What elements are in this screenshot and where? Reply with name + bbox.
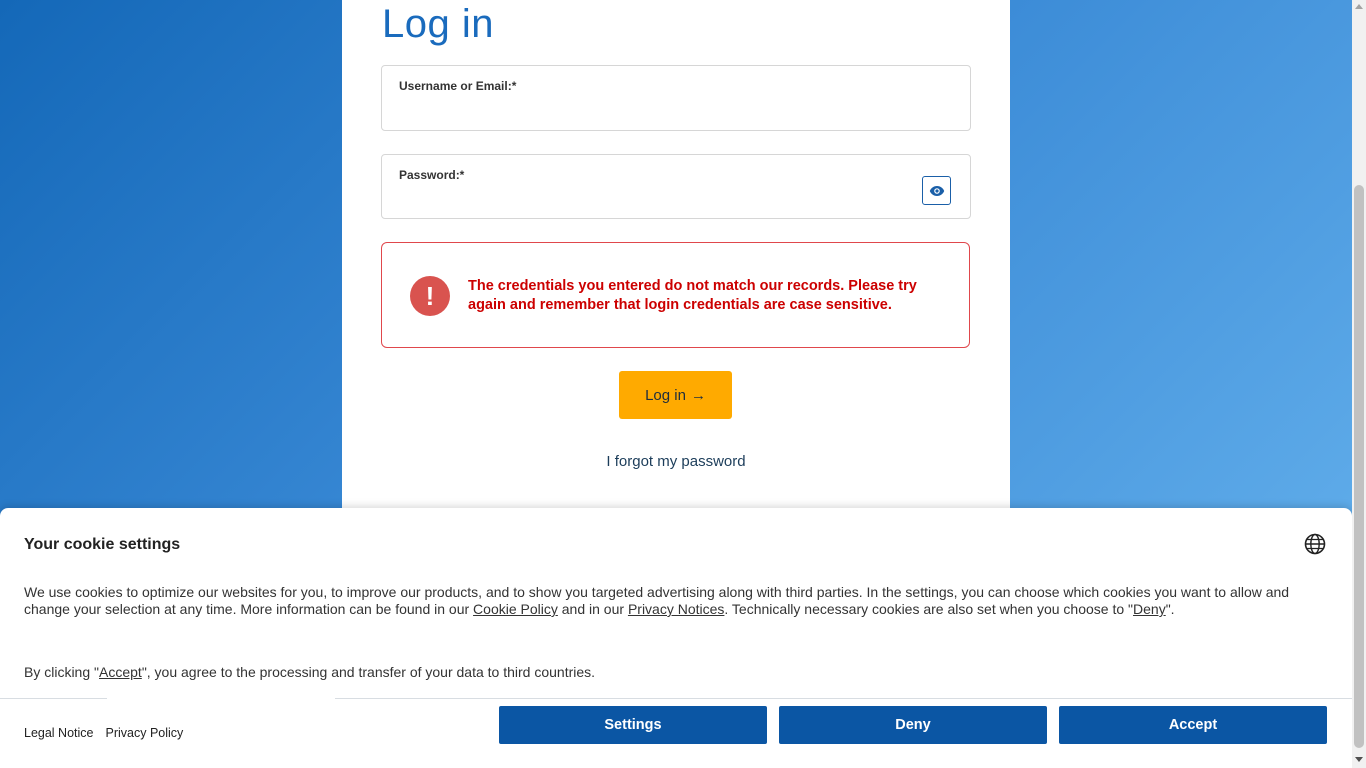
cookie-text-part: . Technically necessary cookies are also…	[724, 601, 1134, 617]
username-label: Username or Email:*	[399, 79, 517, 93]
login-card: Log in Username or Email:* Password:* ! …	[342, 0, 1010, 508]
privacy-policy-link[interactable]: Privacy Policy	[106, 726, 184, 740]
cookie-consent-note: By clicking "Accept", you agree to the p…	[24, 664, 595, 681]
cookie-settings-button[interactable]: Settings	[499, 706, 767, 744]
scroll-up-icon[interactable]	[1355, 4, 1363, 9]
scrollbar-thumb[interactable]	[1354, 185, 1364, 748]
legal-notice-link[interactable]: Legal Notice	[24, 726, 94, 740]
username-input[interactable]	[398, 100, 910, 122]
scroll-down-icon[interactable]	[1355, 757, 1363, 762]
exclamation-icon: !	[410, 276, 450, 316]
login-button-label: Log in	[645, 386, 686, 404]
cookie-accept-button[interactable]: Accept	[1059, 706, 1327, 744]
accept-inline-link[interactable]: Accept	[99, 664, 142, 680]
cookie-text-part: and in our	[557, 601, 628, 617]
privacy-notices-link[interactable]: Privacy Notices	[628, 601, 724, 617]
cookie-deny-button[interactable]: Deny	[779, 706, 1047, 744]
show-password-button[interactable]	[922, 176, 951, 205]
globe-icon[interactable]	[1304, 533, 1326, 555]
divider-gap	[107, 697, 335, 700]
cookie-text-part: ", you agree to the processing and trans…	[141, 664, 596, 680]
page-scrollbar[interactable]	[1352, 0, 1366, 768]
cookie-text-part: ".	[1165, 601, 1175, 617]
cookie-footer-links: Legal Notice Privacy Policy	[24, 726, 183, 740]
arrow-right-icon: →	[690, 386, 706, 404]
cookie-banner: Your cookie settings We use cookies to o…	[0, 508, 1352, 768]
password-label: Password:*	[399, 168, 465, 182]
cookie-description: We use cookies to optimize our websites …	[24, 584, 1314, 618]
cookie-title: Your cookie settings	[24, 536, 181, 553]
eye-icon	[929, 185, 944, 196]
page-title: Log in	[382, 2, 494, 46]
cookie-policy-link[interactable]: Cookie Policy	[473, 601, 558, 617]
login-button[interactable]: Log in →	[619, 371, 732, 419]
forgot-password-link[interactable]: I forgot my password	[342, 453, 1010, 470]
password-input[interactable]	[398, 188, 910, 210]
error-alert: ! The credentials you entered do not mat…	[381, 242, 970, 348]
cookie-text-part: By clicking "	[24, 664, 99, 680]
password-field[interactable]: Password:*	[381, 154, 971, 219]
error-message: The credentials you entered do not match…	[468, 278, 917, 313]
deny-inline-link[interactable]: Deny	[1133, 601, 1166, 617]
username-field[interactable]: Username or Email:*	[381, 65, 971, 131]
